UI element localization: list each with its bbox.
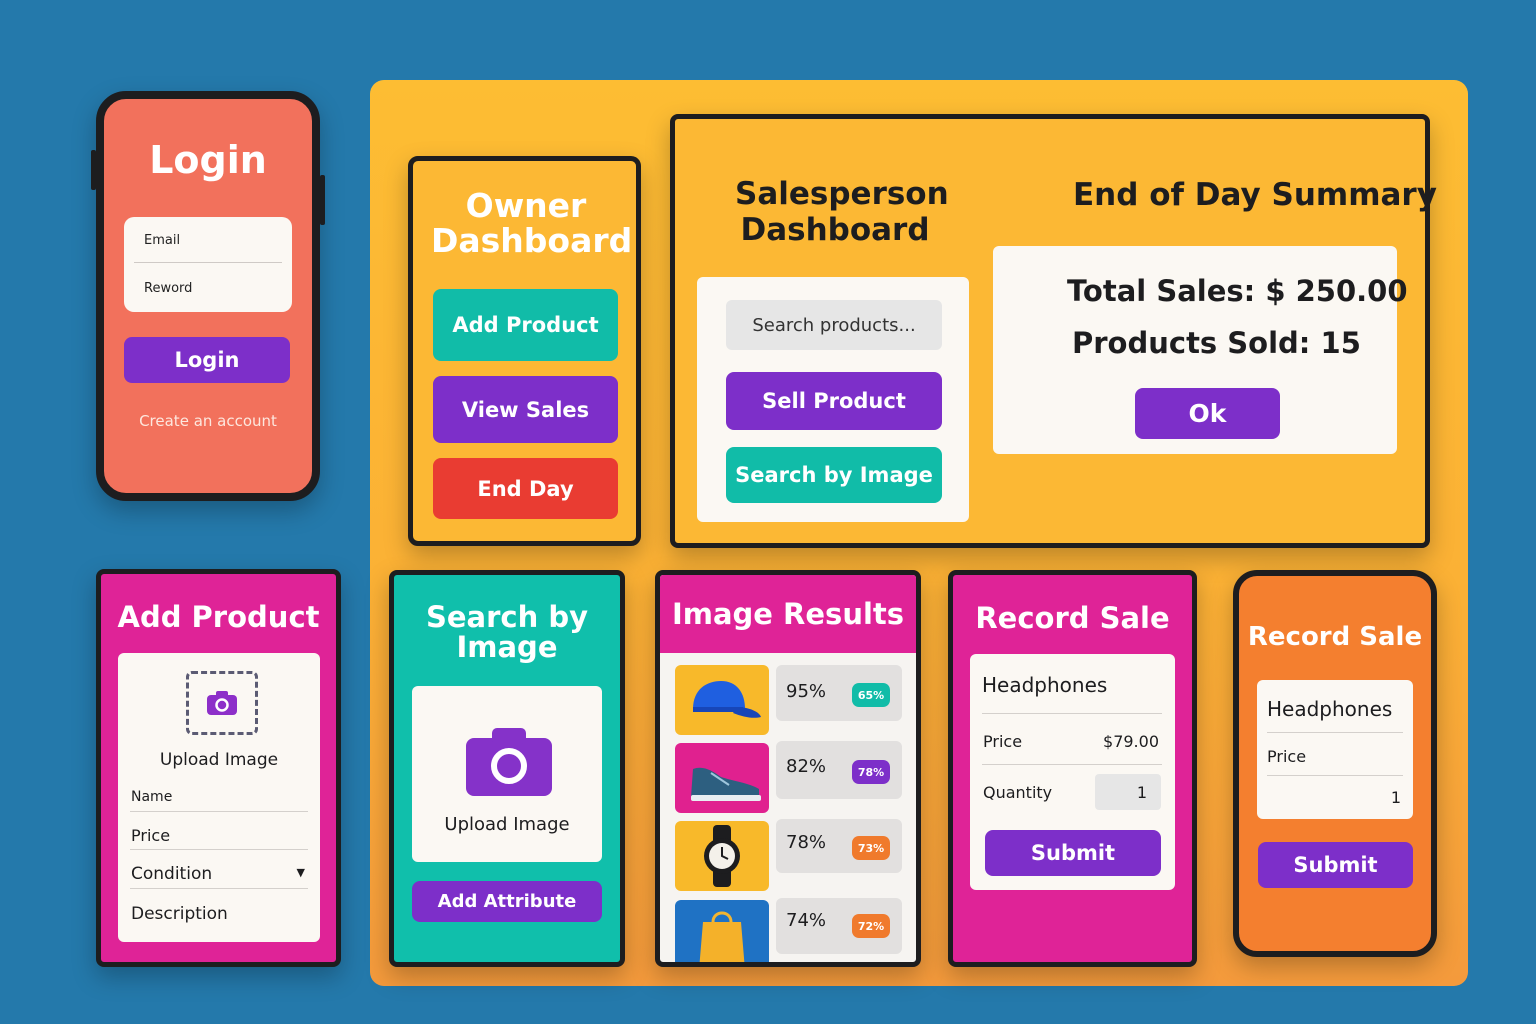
sneaker-icon <box>691 767 761 801</box>
form-divider <box>134 262 282 263</box>
salesperson-dashboard: Salesperson Dashboard Search products...… <box>670 114 1437 548</box>
submit-button[interactable]: Submit <box>1258 842 1413 888</box>
submit-button[interactable]: Submit <box>985 830 1161 876</box>
result-score: 95% <box>786 681 827 702</box>
record-sale-title: Record Sale <box>975 601 1170 635</box>
add-product-form: Upload Image Name Price Condition ▼ Desc… <box>118 653 320 942</box>
result-score-panel: 82% 78% <box>776 741 902 799</box>
login-title: Login <box>149 138 267 182</box>
record-sale-screen: Record Sale Headphones Price $79.00 Quan… <box>948 570 1197 967</box>
record-sale-form: Headphones Price 1 <box>1257 680 1413 819</box>
search-by-image-button[interactable]: Search by Image <box>726 447 942 503</box>
sell-product-button[interactable]: Sell Product <box>726 372 942 430</box>
owner-dashboard-title: Owner Dashboard <box>431 186 633 260</box>
total-sales-row: Total Sales: $ 250.00 <box>1067 274 1408 308</box>
result-thumbnail <box>675 743 769 813</box>
name-field[interactable]: Name <box>131 789 172 805</box>
result-badge: 73% <box>852 836 890 860</box>
upload-image-label: Upload Image <box>444 814 570 835</box>
watch-icon <box>704 825 740 887</box>
camera-icon <box>207 691 237 715</box>
record-sale-screen: Record Sale Headphones Price 1 Submit <box>1233 570 1437 957</box>
products-sold-value: 15 <box>1320 326 1361 360</box>
quantity-label: Quantity <box>983 783 1053 802</box>
phone-side-button <box>320 175 325 225</box>
price-label: Price <box>983 732 1023 751</box>
camera-icon <box>466 728 552 796</box>
create-account-link[interactable]: Create an account <box>104 412 312 430</box>
form-divider <box>982 764 1162 765</box>
price-label: Price <box>1267 747 1307 766</box>
cap-icon <box>693 681 761 718</box>
login-screen: Login Email Reword Login Create an accou… <box>96 91 320 501</box>
upload-image-label: Upload Image <box>159 750 279 770</box>
password-input[interactable]: Reword <box>144 281 192 296</box>
result-score-panel: 74% 72% <box>776 898 902 954</box>
add-product-button[interactable]: Add Product <box>433 289 618 361</box>
result-item[interactable]: 95% 65% <box>675 665 905 735</box>
search-products-input[interactable]: Search products... <box>726 300 942 350</box>
result-score: 74% <box>786 910 827 931</box>
description-field[interactable]: Description <box>131 904 228 924</box>
result-thumbnail <box>675 665 769 735</box>
total-sales-value: $ 250.00 <box>1265 274 1408 308</box>
result-thumbnail <box>675 900 769 962</box>
add-product-screen: Add Product Upload Image Name Price Cond… <box>96 569 341 967</box>
login-form: Email Reword <box>124 217 292 312</box>
bag-icon <box>699 911 745 962</box>
condition-label: Condition <box>131 864 213 884</box>
login-button[interactable]: Login <box>124 337 290 383</box>
field-divider <box>130 888 308 889</box>
result-score: 82% <box>786 756 827 777</box>
salesperson-dashboard-title: Salesperson Dashboard <box>735 176 949 248</box>
result-badge: 78% <box>852 760 890 784</box>
result-item[interactable]: 82% 78% <box>675 741 905 813</box>
result-score: 78% <box>786 832 827 853</box>
owner-dashboard: Owner Dashboard Add Product View Sales E… <box>408 156 641 546</box>
form-divider <box>1267 775 1403 776</box>
email-input[interactable]: Email <box>144 233 180 248</box>
view-sales-button[interactable]: View Sales <box>433 376 618 443</box>
result-score-panel: 78% 73% <box>776 819 902 873</box>
search-by-image-screen: Search by Image Upload Image Add Attribu… <box>389 570 625 967</box>
products-sold-label: Products Sold: <box>1072 326 1311 360</box>
products-sold-row: Products Sold: 15 <box>1072 326 1361 360</box>
total-sales-label: Total Sales: <box>1067 274 1256 308</box>
image-upload-panel[interactable]: Upload Image <box>412 686 602 862</box>
form-divider <box>1267 732 1403 733</box>
result-score-panel: 95% 65% <box>776 665 902 721</box>
price-field[interactable]: Price <box>131 826 170 845</box>
summary-panel: Total Sales: $ 250.00 Products Sold: 15 … <box>993 246 1408 454</box>
result-thumbnail <box>675 821 769 891</box>
form-divider <box>982 713 1162 714</box>
quantity-input[interactable]: 1 <box>1095 774 1161 810</box>
condition-select[interactable]: Condition ▼ <box>131 864 309 884</box>
image-results-title: Image Results <box>671 597 905 631</box>
record-sale-title: Record Sale <box>1247 622 1423 652</box>
add-product-title: Add Product <box>117 600 320 634</box>
search-by-image-title: Search by Image <box>425 600 589 665</box>
phone-side-button <box>91 150 96 190</box>
result-item[interactable]: 78% 73% <box>675 819 905 891</box>
image-results-header: Image Results <box>660 575 916 653</box>
result-badge: 65% <box>852 683 890 707</box>
salesperson-panel: Search products... Sell Product Search b… <box>697 277 969 522</box>
add-attribute-button[interactable]: Add Attribute <box>412 881 602 922</box>
summary-title: End of Day Summary <box>1073 177 1437 213</box>
field-divider <box>130 849 308 850</box>
product-name: Headphones <box>1267 697 1393 721</box>
ok-button[interactable]: Ok <box>1135 388 1280 439</box>
result-badge: 72% <box>852 914 890 938</box>
end-day-button[interactable]: End Day <box>433 458 618 519</box>
record-sale-form: Headphones Price $79.00 Quantity 1 Submi… <box>970 654 1175 890</box>
field-divider <box>130 811 308 812</box>
result-item[interactable]: 74% 72% <box>675 898 905 962</box>
quantity-input[interactable]: 1 <box>1391 788 1401 807</box>
product-name: Headphones <box>982 673 1108 697</box>
chevron-down-icon: ▼ <box>296 866 305 879</box>
upload-image-dropzone[interactable] <box>186 671 258 735</box>
price-value: $79.00 <box>1103 732 1159 751</box>
image-results-screen: Image Results 95% 65% 82% 78% 78% 73% 74… <box>655 570 921 967</box>
